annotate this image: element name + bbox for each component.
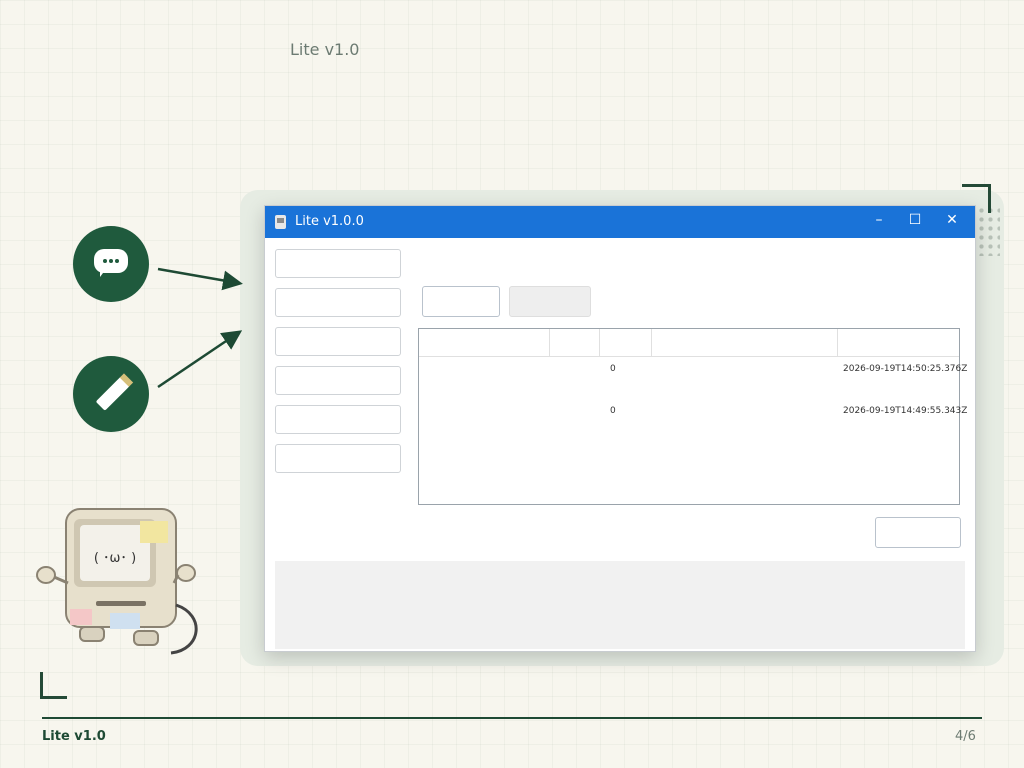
mascot-left-hand [36,566,56,584]
ai-answer-badge [73,226,149,302]
new-plan-button[interactable] [422,286,500,317]
corner-mark-bottom-left [40,672,67,699]
open-edit-button[interactable] [509,286,591,317]
minimize-button[interactable]: – [869,212,889,228]
manual-input-badge [73,356,149,432]
plans-table: 0 2026-09-19T14:50:25.376Z 0 2026-09-19T… [418,328,967,505]
mascot-right-hand [176,564,196,582]
close-button[interactable]: ✕ [942,212,962,228]
app-icon [275,215,286,229]
page-number: 4/6 [955,729,976,744]
arrow-from-ai-answer [157,267,243,291]
maximize-button[interactable]: ☐ [905,212,925,228]
column-header-status[interactable] [550,329,600,357]
cell-priority: 0 [610,406,616,416]
app-window: Lite v1.0.0 – ☐ ✕ 0 2026-09-19T14:50:25.… [264,205,976,652]
sidebar-item-home[interactable] [275,249,401,278]
cell-priority: 0 [610,364,616,374]
window-title: Lite v1.0.0 [295,214,364,229]
arrow-from-manual-input [157,330,243,389]
bottom-pane [275,561,965,649]
pen-icon [95,376,131,411]
floppy-slot [96,601,146,606]
footer-title: Lite v1.0 [42,729,106,744]
bubble-dot [103,259,107,263]
retro-computer-mascot: ( ･ω･ ) [36,508,198,655]
sidebar-item-ai-material[interactable] [275,327,401,356]
sidebar-item-settings[interactable] [275,444,401,473]
cell-updated: 2026-09-19T14:50:25.376Z [843,364,968,374]
chat-bubble-icon [94,249,128,277]
cell-updated: 2026-09-19T14:49:55.343Z [843,406,968,416]
sidebar-item-history[interactable] [275,405,401,434]
header-version: Lite v1.0 [290,40,360,59]
mascot-right-foot [133,630,159,646]
column-header-summary[interactable] [652,329,838,357]
sidebar-item-articles[interactable] [275,288,401,317]
sticky-note-pink [70,609,92,625]
flow-arrows [157,267,243,389]
mascot-face: ( ･ω･ ) [94,551,136,566]
bubble-dot [115,259,119,263]
window-titlebar[interactable]: Lite v1.0.0 – ☐ ✕ [265,206,975,238]
sticky-note-blue [110,613,140,629]
reload-button[interactable] [875,517,961,548]
window-body: 0 2026-09-19T14:50:25.376Z 0 2026-09-19T… [265,239,975,651]
footer-line [42,717,982,719]
column-header-updated[interactable] [838,329,959,357]
mascot-left-foot [79,626,105,642]
sidebar-item-plans[interactable] [275,366,401,395]
sticky-note-top [140,521,168,543]
bubble-dot [109,259,113,263]
column-header-priority[interactable] [600,329,652,357]
column-header-title[interactable] [419,329,550,357]
